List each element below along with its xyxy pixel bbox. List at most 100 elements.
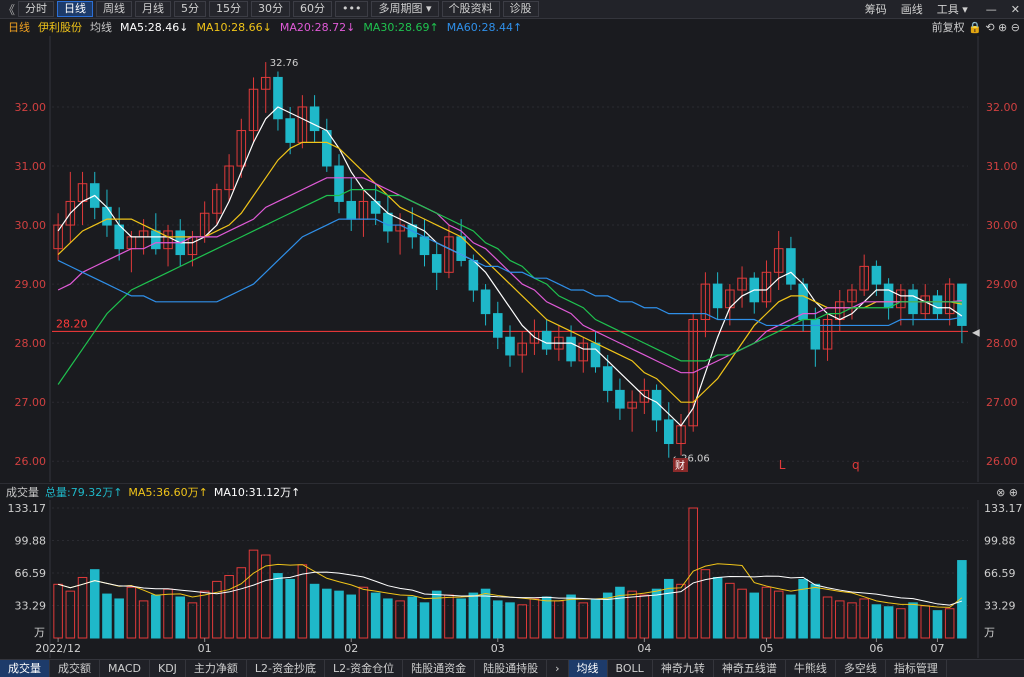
period-tab-10[interactable]: 个股资料 [441, 1, 500, 17]
volume-bar-56 [737, 588, 747, 639]
indicator-tab-15[interactable]: 多空线 [836, 660, 886, 677]
indicator-tab-2[interactable]: MACD [100, 660, 150, 677]
volume-bar-8 [151, 594, 161, 639]
period-tab-3[interactable]: 月线 [135, 1, 171, 17]
ma30-value: MA30:28.69↑ [363, 20, 439, 34]
volume-bar-5 [114, 598, 124, 639]
indicator-tab-10[interactable]: 均线 [568, 660, 608, 677]
volume-bar-38 [517, 604, 527, 639]
draw-line-button[interactable]: 画线 [901, 1, 923, 17]
volume-bar-41 [554, 600, 564, 639]
tools-button[interactable]: 工具 ▾ [937, 1, 968, 17]
panel-close-icon[interactable]: ⊗ ⊕ [996, 486, 1018, 499]
back-icon[interactable]: 《 [0, 1, 18, 18]
candle-body-45 [602, 366, 613, 391]
vol-unit-left: 万 [34, 626, 45, 639]
price-chart[interactable]: 32.00 32.00 31.00 31.00 30.00 30.00 29.00 29.00… [0, 36, 1024, 482]
ma-label[interactable]: 均线 [90, 19, 112, 35]
volume-bar-12 [199, 590, 210, 639]
candle-body-31 [431, 254, 442, 273]
indicator-tab-4[interactable]: 主力净额 [186, 660, 247, 677]
indicator-tab-9[interactable]: › [547, 660, 569, 677]
volume-bar-57 [749, 592, 760, 639]
vol-tick-right-0: 133.17 [984, 502, 1023, 515]
indicator-tab-6[interactable]: L2-资金仓位 [325, 660, 404, 677]
period-tab-1[interactable]: 日线 [57, 1, 93, 17]
marker-l: L [779, 458, 786, 472]
y-tick-left-4: 28.00 [15, 337, 47, 350]
x-label-6: 06 [869, 642, 883, 655]
candle-body-60 [786, 248, 796, 285]
candle-body-36 [493, 313, 503, 338]
adjust-mode[interactable]: 前复权 🔒 ⟲ ⊕ ⊖ [924, 19, 1020, 35]
candle-body-74 [957, 283, 967, 326]
x-label-4: 04 [637, 642, 651, 655]
volume-bar-1 [65, 590, 76, 639]
volume-bar-54 [712, 576, 723, 639]
volume-ma10-line [57, 571, 963, 606]
chips-button[interactable]: 筹码 [865, 1, 887, 17]
ma60-line [57, 218, 963, 327]
volume-bar-74 [957, 560, 967, 639]
volume-bar-44 [590, 598, 601, 639]
volume-ma5-line [57, 563, 963, 608]
candle-body-54 [712, 283, 723, 309]
top-toolbar: 《 分时 日线 周线 月线 5分 15分 30分 60分 ••• 多周期图 ▾ 个股资料 诊股 筹码 … [0, 0, 1024, 19]
close-icon[interactable]: ✕ [1011, 3, 1020, 16]
indicator-tab-14[interactable]: 牛熊线 [786, 660, 836, 677]
volume-bar-32 [444, 594, 454, 639]
period-label: 日线 [8, 21, 30, 34]
period-tab-5[interactable]: 15分 [209, 1, 248, 17]
minimize-icon[interactable]: — [986, 3, 997, 16]
period-tab-9[interactable]: 多周期图 ▾ [371, 1, 439, 17]
x-label-0: 2022/12 [35, 642, 81, 655]
indicator-tab-16[interactable]: 指标管理 [886, 660, 947, 677]
indicator-tab-13[interactable]: 神奇五线谱 [714, 660, 786, 677]
volume-bar-34 [468, 592, 479, 639]
y-tick-left-3: 29.00 [15, 278, 47, 291]
indicator-tab-5[interactable]: L2-资金抄底 [247, 660, 326, 677]
volume-bar-6 [126, 586, 137, 639]
volume-title: 成交量 [6, 486, 39, 499]
candle-body-37 [505, 336, 515, 356]
volume-bar-18 [273, 573, 283, 639]
volume-legend-bar: 成交量 总量:79.32万↑ MA5:36.60万↑ MA10:31.12万↑ … [0, 483, 1024, 500]
x-label-3: 03 [491, 642, 505, 655]
period-tab-4[interactable]: 5分 [174, 1, 206, 17]
indicator-tab-3[interactable]: KDJ [150, 660, 186, 677]
candle-body-50 [663, 419, 674, 445]
ma5-value: MA5:28.46↓ [120, 20, 189, 34]
volume-bar-25 [358, 586, 369, 639]
volume-bar-59 [773, 590, 784, 639]
indicator-tab-8[interactable]: 陆股通持股 [475, 660, 548, 677]
candle-body-24 [346, 200, 357, 220]
candle-body-30 [419, 236, 430, 256]
y-tick-left-1: 31.00 [15, 160, 47, 173]
volume-bar-0 [53, 583, 63, 639]
indicator-tab-12[interactable]: 神奇九转 [653, 660, 714, 677]
indicator-tab-0[interactable]: 成交量 [0, 660, 50, 677]
period-tab-0[interactable]: 分时 [18, 1, 54, 17]
period-tab-6[interactable]: 30分 [251, 1, 290, 17]
volume-bar-30 [419, 602, 430, 639]
volume-bar-63 [822, 596, 833, 639]
indicator-tab-7[interactable]: 陆股通资金 [403, 660, 476, 677]
volume-bar-19 [285, 578, 295, 639]
vol-tick-right-3: 33.29 [984, 600, 1016, 613]
candle-body-21 [309, 106, 320, 132]
indicator-tab-11[interactable]: BOLL [608, 660, 653, 677]
y-tick-left-0: 32.00 [15, 101, 47, 114]
volume-bar-2 [77, 576, 88, 639]
candle-body-72 [932, 295, 943, 315]
volume-bar-70 [908, 602, 918, 639]
x-label-2: 02 [344, 642, 358, 655]
volume-bar-9 [163, 588, 173, 639]
period-tab-8[interactable]: ••• [335, 1, 369, 17]
finance-marker: 财 [675, 459, 685, 472]
period-tab-7[interactable]: 60分 [293, 1, 332, 17]
volume-chart[interactable]: 133.17 133.17 99.88 99.88 66.59 66.59 33.29 33.… [0, 500, 1024, 658]
indicator-tab-1[interactable]: 成交额 [50, 660, 100, 677]
period-tab-11[interactable]: 诊股 [502, 1, 539, 17]
period-tab-2[interactable]: 周线 [96, 1, 132, 17]
volume-bar-22 [322, 588, 332, 639]
